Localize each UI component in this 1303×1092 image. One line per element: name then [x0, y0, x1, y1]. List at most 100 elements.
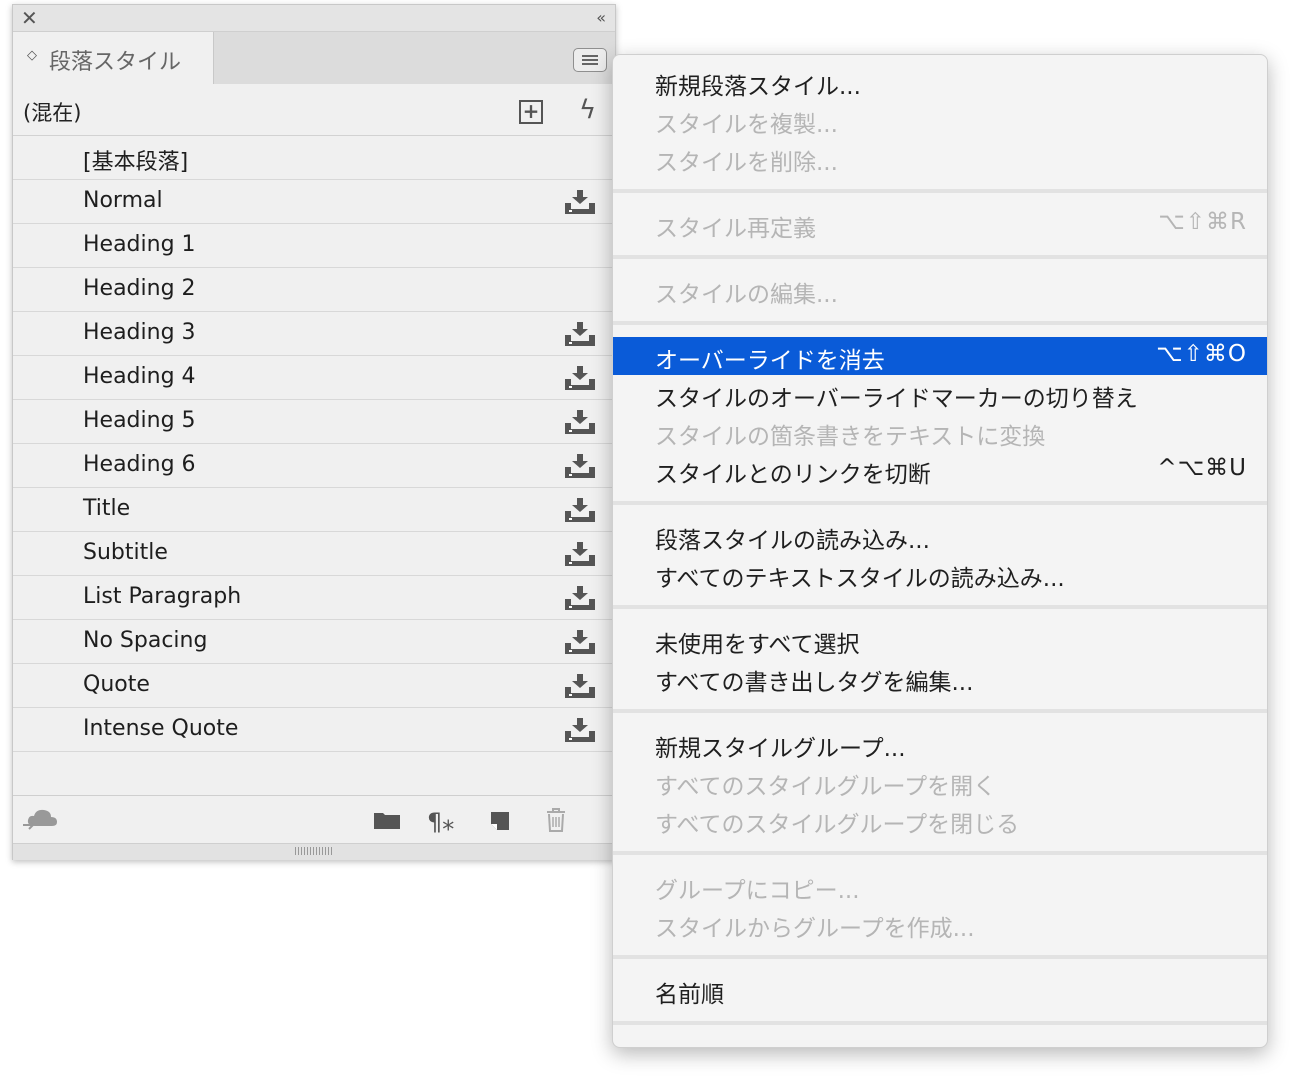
menu-item-label: スタイルを複製...	[655, 112, 838, 138]
menu-item[interactable]: スタイルとのリンクを切断 ^⌥⌘U	[613, 451, 1267, 489]
style-name: Subtitle	[83, 540, 168, 565]
paragraph-styles-panel: ✕ ‹‹ ◇ 段落スタイル (混在) + ϟ [基本段落] Normal Headi…	[12, 4, 616, 860]
panel-footer: ¶⁎	[13, 795, 615, 844]
menu-item[interactable]: すべてのスタイルグループを閉じる	[613, 801, 1267, 839]
imported-style-icon	[563, 541, 597, 567]
menu-item[interactable]: 小さく表示	[613, 1037, 1267, 1047]
style-name: Quote	[83, 672, 150, 697]
style-name: Heading 4	[83, 364, 196, 389]
style-list-item[interactable]: Heading 5	[13, 400, 615, 444]
menu-item[interactable]: 名前順	[613, 971, 1267, 1009]
imported-style-icon	[563, 409, 597, 435]
close-icon[interactable]: ✕	[21, 6, 38, 30]
style-list-item[interactable]: Heading 4	[13, 356, 615, 400]
menu-item[interactable]: オーバーライドを消去 ⌥⇧⌘O	[613, 337, 1267, 375]
style-list-item[interactable]: [基本段落]	[13, 136, 615, 180]
menu-item[interactable]: 新規スタイルグループ...	[613, 725, 1267, 763]
style-list-item[interactable]: Subtitle	[13, 532, 615, 576]
menu-item[interactable]: すべてのテキストスタイルの読み込み...	[613, 555, 1267, 593]
style-name: Title	[83, 496, 131, 521]
imported-style-icon	[563, 717, 597, 743]
menu-item-label: 新規スタイルグループ...	[655, 736, 906, 762]
menu-item[interactable]: 新規段落スタイル...	[613, 63, 1267, 101]
cc-library-cloud-icon[interactable]	[23, 806, 61, 836]
clear-overrides-icon[interactable]: ¶⁎	[427, 808, 454, 836]
panel-menu-button[interactable]	[573, 48, 607, 72]
imported-style-icon	[563, 629, 597, 655]
resize-grip[interactable]	[13, 843, 615, 860]
imported-style-icon	[563, 365, 597, 391]
menu-item-label: 小さく表示	[655, 1041, 770, 1047]
menu-item-label: スタイル再定義	[655, 216, 816, 242]
style-list-item[interactable]: Quote	[13, 664, 615, 708]
current-style-row: (混在) + ϟ	[13, 85, 615, 136]
expand-arrows-icon: ◇	[27, 48, 37, 63]
imported-style-icon	[563, 497, 597, 523]
style-name: Heading 2	[83, 276, 196, 301]
style-list-item[interactable]: Heading 6	[13, 444, 615, 488]
lightning-icon[interactable]: ϟ	[579, 95, 596, 125]
menu-item-label: 名前順	[655, 982, 724, 1008]
menu-item-shortcut: ⌥⇧⌘O	[1156, 341, 1247, 367]
style-name: Heading 3	[83, 320, 196, 345]
style-list-item[interactable]: Heading 3	[13, 312, 615, 356]
style-list-item[interactable]: Title	[13, 488, 615, 532]
menu-item[interactable]: 段落スタイルの読み込み...	[613, 517, 1267, 555]
style-name: Heading 1	[83, 232, 196, 257]
style-list-item[interactable]: Intense Quote	[13, 708, 615, 752]
imported-style-icon	[563, 673, 597, 699]
trash-icon[interactable]	[545, 808, 567, 836]
menu-item-label: オーバーライドを消去	[655, 348, 885, 374]
tab-paragraph-styles[interactable]: ◇ 段落スタイル	[13, 32, 214, 84]
styles-list: [基本段落] Normal Heading 1 Heading 2 Heading 3 H…	[13, 136, 615, 752]
new-group-folder-icon[interactable]	[373, 810, 401, 834]
menu-item-label: すべての書き出しタグを編集...	[655, 670, 974, 696]
collapse-icon[interactable]: ‹‹	[596, 6, 606, 30]
menu-item[interactable]: スタイルの編集...	[613, 271, 1267, 309]
menu-item[interactable]: すべての書き出しタグを編集...	[613, 659, 1267, 697]
new-style-from-selection-icon[interactable]: +	[519, 100, 543, 124]
menu-item-label: すべてのスタイルグループを閉じる	[655, 812, 1020, 838]
panel-flyout-menu: 新規段落スタイル... スタイルを複製... スタイルを削除... スタイル再定義 ⌥⇧…	[612, 54, 1268, 1048]
menu-separator	[613, 255, 1267, 259]
menu-item-label: グループにコピー...	[655, 878, 860, 904]
style-list-item[interactable]: Heading 1	[13, 224, 615, 268]
menu-item[interactable]: すべてのスタイルグループを開く	[613, 763, 1267, 801]
menu-item-label: スタイルとのリンクを切断	[655, 462, 931, 488]
menu-item[interactable]: スタイルからグループを作成...	[613, 905, 1267, 943]
style-name: No Spacing	[83, 628, 208, 653]
style-name: Heading 5	[83, 408, 196, 433]
menu-item-label: 段落スタイルの読み込み...	[655, 528, 930, 554]
style-name: Intense Quote	[83, 716, 239, 741]
menu-separator	[613, 501, 1267, 505]
style-list-item[interactable]: Normal	[13, 180, 615, 224]
menu-item[interactable]: スタイルのオーバーライドマーカーの切り替え	[613, 375, 1267, 413]
imported-style-icon	[563, 189, 597, 215]
menu-item[interactable]: スタイルを削除...	[613, 139, 1267, 177]
menu-item[interactable]: スタイル再定義 ⌥⇧⌘R	[613, 205, 1267, 243]
menu-item[interactable]: スタイルを複製...	[613, 101, 1267, 139]
style-list-item[interactable]: No Spacing	[13, 620, 615, 664]
imported-style-icon	[563, 453, 597, 479]
menu-item[interactable]: グループにコピー...	[613, 867, 1267, 905]
menu-item-label: スタイルの編集...	[655, 282, 838, 308]
menu-item-shortcut: ^⌥⌘U	[1157, 455, 1247, 481]
menu-item[interactable]: スタイルの箇条書きをテキストに変換	[613, 413, 1267, 451]
menu-item-label: すべてのスタイルグループを開く	[655, 774, 997, 800]
menu-separator	[613, 189, 1267, 193]
style-name: Normal	[83, 188, 163, 213]
menu-item-label: スタイルからグループを作成...	[655, 916, 975, 942]
imported-style-icon	[563, 585, 597, 611]
menu-item[interactable]: 未使用をすべて選択	[613, 621, 1267, 659]
panel-titlebar: ✕ ‹‹	[13, 5, 615, 32]
menu-item-label: スタイルを削除...	[655, 150, 838, 176]
style-list-item[interactable]: Heading 2	[13, 268, 615, 312]
new-style-icon[interactable]	[489, 810, 511, 836]
style-name: Heading 6	[83, 452, 196, 477]
menu-separator	[613, 1021, 1267, 1025]
menu-separator	[613, 605, 1267, 609]
menu-item-label: 新規段落スタイル...	[655, 74, 861, 100]
style-name: [基本段落]	[83, 150, 189, 175]
panel-tabbar: ◇ 段落スタイル	[13, 32, 615, 84]
style-list-item[interactable]: List Paragraph	[13, 576, 615, 620]
